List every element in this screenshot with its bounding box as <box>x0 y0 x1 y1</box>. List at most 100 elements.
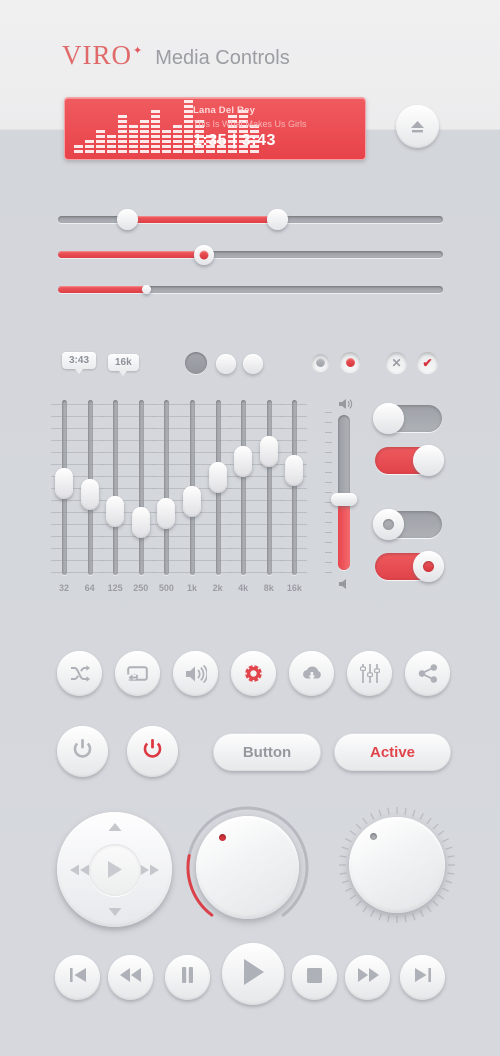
toggle-off-plain[interactable] <box>375 405 442 432</box>
transport-previous-track[interactable] <box>55 955 100 1000</box>
volume-button[interactable] <box>173 651 218 696</box>
eq-tick <box>256 536 282 537</box>
visualizer-cell <box>107 140 116 143</box>
gear-button[interactable] <box>231 651 276 696</box>
visualizer-bar <box>184 100 193 153</box>
eq-handle[interactable] <box>81 479 99 510</box>
eq-tick <box>77 536 103 537</box>
eq-band-250[interactable] <box>137 400 145 575</box>
toggle-on-plain[interactable] <box>375 447 442 474</box>
visualizer-cell <box>140 120 149 123</box>
triangle-up-icon[interactable] <box>108 823 121 831</box>
circle-button-hover[interactable] <box>216 354 236 374</box>
transport-play[interactable] <box>222 943 284 1005</box>
transport-fast-forward[interactable] <box>345 955 390 1000</box>
eq-tick <box>128 440 154 441</box>
volume-handle[interactable] <box>331 493 357 506</box>
transport-rewind[interactable] <box>108 955 153 1000</box>
circle-button-default[interactable] <box>243 354 263 374</box>
range-slider-dual[interactable] <box>58 216 443 223</box>
eq-tick <box>179 404 205 405</box>
range-slider-thin[interactable] <box>58 286 443 293</box>
visualizer-cell <box>184 130 193 133</box>
tooltip-time[interactable]: 3:43 <box>62 352 96 369</box>
volume-vertical-slider[interactable] <box>338 415 350 570</box>
knob-face[interactable] <box>349 817 445 913</box>
eq-handle[interactable] <box>157 498 175 529</box>
rewind-icon[interactable] <box>70 864 90 875</box>
toggle-off-dot[interactable] <box>375 511 442 538</box>
eq-handle[interactable] <box>285 455 303 486</box>
now-playing-panel[interactable]: Lana Del Rey This Is What Makes Us Girls… <box>64 97 366 160</box>
eq-band-8k[interactable] <box>265 400 273 575</box>
share-button[interactable] <box>405 651 450 696</box>
circle-button-pressed[interactable] <box>185 352 207 374</box>
eq-band-64[interactable] <box>86 400 94 575</box>
eq-handle[interactable] <box>260 436 278 467</box>
toggle-knob[interactable] <box>373 509 404 540</box>
knob-ticked[interactable] <box>337 805 457 925</box>
toggle-on-dot[interactable] <box>375 553 442 580</box>
eq-handle[interactable] <box>132 507 150 538</box>
now-playing-meta: Lana Del Rey This Is What Makes Us Girls… <box>193 105 355 150</box>
visualizer-cell <box>129 140 138 143</box>
fast-forward-icon[interactable] <box>139 864 159 875</box>
eq-tick <box>281 428 307 429</box>
radio-red[interactable] <box>340 352 360 372</box>
toggle-knob[interactable] <box>413 551 444 582</box>
checkbox-cancel[interactable]: ✕ <box>386 352 407 373</box>
dpad-control[interactable] <box>57 812 172 927</box>
eq-tick <box>51 548 77 549</box>
eq-tick <box>128 452 154 453</box>
toggle-knob[interactable] <box>413 445 444 476</box>
slider-handle[interactable] <box>142 285 151 294</box>
eq-band-32[interactable] <box>60 400 68 575</box>
eq-band-500[interactable] <box>162 400 170 575</box>
repeat-button[interactable] <box>115 651 160 696</box>
eject-button[interactable] <box>396 105 439 148</box>
tooltip-frequency[interactable]: 16k <box>108 354 139 371</box>
slider-handle[interactable] <box>194 245 214 265</box>
slider-handle[interactable] <box>267 209 288 230</box>
eq-tick <box>153 572 179 573</box>
eq-tick <box>51 512 77 513</box>
toggle-knob[interactable] <box>373 403 404 434</box>
power-button-on[interactable] <box>127 726 178 777</box>
eq-band-2k[interactable] <box>214 400 222 575</box>
knob-arc-red[interactable] <box>185 805 310 930</box>
visualizer-bar <box>118 115 127 153</box>
knob-face[interactable] <box>196 816 299 919</box>
eq-handle[interactable] <box>209 462 227 493</box>
eq-band-1k[interactable] <box>188 400 196 575</box>
button-active[interactable]: Active <box>334 733 451 771</box>
cloud-download-button[interactable] <box>289 651 334 696</box>
radio-dot <box>316 358 325 367</box>
equalizer-button[interactable] <box>347 651 392 696</box>
shuffle-button[interactable] <box>57 651 102 696</box>
eq-handle[interactable] <box>55 468 73 499</box>
equalizer-icon <box>360 664 380 683</box>
eq-handle[interactable] <box>106 496 124 527</box>
visualizer-cell <box>85 145 94 148</box>
radio-grey[interactable] <box>312 354 329 371</box>
eq-band-125[interactable] <box>111 400 119 575</box>
checkbox-confirm[interactable]: ✔ <box>417 352 438 373</box>
eq-tick <box>51 524 77 525</box>
visualizer-cell <box>118 135 127 138</box>
button-default[interactable]: Button <box>213 733 321 771</box>
transport-pause[interactable] <box>165 955 210 1000</box>
visualizer-cell <box>184 120 193 123</box>
eq-band-4k[interactable] <box>239 400 247 575</box>
transport-stop[interactable] <box>292 955 337 1000</box>
volume-tick <box>325 452 332 453</box>
range-slider-red-knob[interactable] <box>58 251 443 258</box>
power-button-off[interactable] <box>57 726 108 777</box>
eq-handle[interactable] <box>234 446 252 477</box>
transport-next-track[interactable] <box>400 955 445 1000</box>
eq-tick <box>179 572 205 573</box>
triangle-down-icon[interactable] <box>108 908 121 916</box>
slider-handle[interactable] <box>117 209 138 230</box>
eq-band-16k[interactable] <box>290 400 298 575</box>
eq-handle[interactable] <box>183 486 201 517</box>
dpad-play-button[interactable] <box>89 844 141 896</box>
